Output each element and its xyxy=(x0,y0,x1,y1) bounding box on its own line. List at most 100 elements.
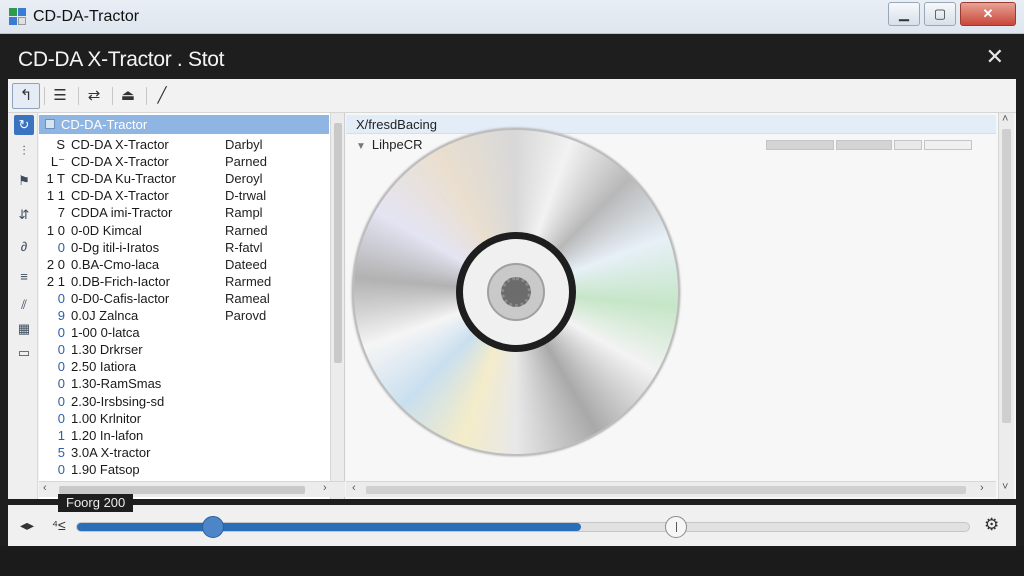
track-row[interactable]: 0 1-00 0-latca xyxy=(39,325,329,342)
script-icon[interactable]: ∂ xyxy=(14,237,34,257)
scroll-thumb[interactable] xyxy=(1002,129,1011,423)
settings-gear-icon[interactable]: ⚙ xyxy=(984,515,999,535)
tag-icon[interactable]: ⚑ xyxy=(14,171,34,191)
eject-drive-icon[interactable]: ⏏ xyxy=(114,83,142,109)
track-name: CD-DA X-Tractor xyxy=(71,154,169,170)
scroll-right-arrow-icon[interactable]: › xyxy=(323,482,327,494)
marker-knob[interactable] xyxy=(665,516,688,538)
track-row[interactable]: 0 1.30-RamSmas xyxy=(39,376,329,393)
toolbar-separator xyxy=(146,87,147,105)
track-status: Darbyl xyxy=(225,137,263,152)
track-row[interactable]: 1 1 CD-DA X-Tractor D-trwal xyxy=(39,188,329,205)
seek-arrows-icon[interactable]: ◂▸ xyxy=(20,517,34,534)
track-index: S xyxy=(56,137,65,152)
track-name: CD-DA Ku-Tractor xyxy=(71,171,176,187)
speed-icon[interactable]: ⁴≤ xyxy=(52,517,66,533)
track-row[interactable]: 0 1.00 Krlnitor xyxy=(39,411,329,428)
main-panel: ↰ ☰ ⇄ ⏏ ╱ ↻ ⫶ ⚑ ⇵ ∂ ≡ ⫽ ▦ ▭ CD-DA-Tracto… xyxy=(8,79,1016,499)
track-row[interactable]: 7 CDDA imi-Tractor Rampl xyxy=(39,205,329,222)
app-header: CD-DA X-Tractor . Stot ✕ xyxy=(8,36,1016,78)
os-title-bar: CD-DA-Tractor ▁ ▢ ✕ xyxy=(0,0,1024,34)
position-knob[interactable] xyxy=(201,516,224,538)
track-name: 0.0J Zalnca xyxy=(71,308,139,323)
scroll-left-arrow-icon[interactable]: ‹ xyxy=(43,482,47,494)
minimize-button[interactable]: ▁ xyxy=(888,2,920,26)
track-row[interactable]: 1 0 0-0D Kimcal Rarned xyxy=(39,223,329,240)
maximize-button[interactable]: ▢ xyxy=(924,2,956,26)
track-index: 1 T xyxy=(46,171,65,187)
app-title: CD-DA X-Tractor . Stot xyxy=(18,48,225,71)
track-row[interactable]: 0 2.30-Irsbsing-sd xyxy=(39,394,329,411)
track-index: 9 xyxy=(57,308,65,323)
track-status: Rameal xyxy=(225,290,270,306)
app-logo-icon xyxy=(9,8,27,26)
track-name: 2.50 Iatiora xyxy=(71,359,137,375)
track-index: 0 xyxy=(57,359,65,375)
playback-progress-slider[interactable] xyxy=(76,516,970,538)
track-index: 0 xyxy=(57,325,65,341)
application-window: CD-DA-Tractor ▁ ▢ ✕ CD-DA X-Tractor . St… xyxy=(0,0,1024,576)
scroll-thumb[interactable] xyxy=(59,486,305,494)
track-index: 0 xyxy=(57,461,65,477)
track-status: R-fatvl xyxy=(225,239,263,255)
track-list-vertical-scrollbar[interactable] xyxy=(330,113,344,499)
track-name: 1.20 In-lafon xyxy=(71,427,144,443)
scroll-thumb[interactable] xyxy=(366,486,966,494)
bottom-bar xyxy=(0,546,1024,576)
refresh-icon[interactable]: ↻ xyxy=(14,115,34,135)
track-row[interactable]: 5 3.0A X-tractor xyxy=(39,445,329,462)
track-row[interactable]: 0 0-Dg itil-i-Iratos R-fatvl xyxy=(39,240,329,257)
toolbar-separator xyxy=(44,87,45,105)
scroll-right-arrow-icon[interactable]: › xyxy=(980,482,984,494)
scroll-down-arrow-icon[interactable]: ˅ xyxy=(1002,481,1008,493)
app-close-button[interactable]: ✕ xyxy=(986,44,1004,70)
track-row[interactable]: S CD-DA X-Tractor Darbyl xyxy=(39,137,329,154)
track-index: 7 xyxy=(57,205,65,221)
track-index: 2 0 xyxy=(46,256,65,272)
toolbar-separator xyxy=(78,87,79,105)
track-row[interactable]: 1 T CD-DA Ku-Tractor Deroyl xyxy=(39,171,329,188)
track-row[interactable]: 0 1.90 Fatsop xyxy=(39,462,329,479)
split-icon[interactable]: ⫽ xyxy=(14,295,34,315)
select-cursor-icon[interactable]: ↰ xyxy=(12,83,40,109)
track-index: 1 xyxy=(57,427,65,443)
stack-icon[interactable]: ≡ xyxy=(14,267,34,287)
track-list-header-label: CD-DA-Tractor xyxy=(61,117,148,132)
compact-disc-icon xyxy=(352,128,680,456)
equalizer-icon[interactable]: ⫶ xyxy=(14,141,34,161)
track-row[interactable]: 2 1 0.DB-Frich-Iactor Rarmed xyxy=(39,274,329,291)
list-view-icon[interactable]: ☰ xyxy=(46,83,74,109)
track-row[interactable]: 0 0-D0-Cafis-lactor Rameal xyxy=(39,291,329,308)
pen-icon[interactable]: ╱ xyxy=(148,83,176,109)
track-name: 1-00 0-latca xyxy=(71,325,140,341)
scroll-left-arrow-icon[interactable]: ‹ xyxy=(352,482,356,494)
track-row[interactable]: 0 2.50 Iatiora xyxy=(39,359,329,376)
grid-icon[interactable]: ▦ xyxy=(14,319,34,339)
track-row[interactable]: 9 0.0J Zalnca Parovd xyxy=(39,308,329,325)
sliders-icon[interactable]: ⇵ xyxy=(14,205,34,225)
transfer-icon[interactable]: ⇄ xyxy=(80,83,108,109)
scroll-up-arrow-icon[interactable]: ˄ xyxy=(1002,113,1008,125)
track-status: Deroyl xyxy=(225,171,263,187)
track-row[interactable]: 1 1.20 In-lafon xyxy=(39,428,329,445)
track-index: 0 xyxy=(57,342,65,358)
track-row[interactable]: L⁻ CD-DA X-Tractor Parned xyxy=(39,154,329,171)
track-name: 0-Dg itil-i-Iratos xyxy=(71,239,160,255)
track-row[interactable]: 2 0 0.BA-Cmo-laca Dateed xyxy=(39,257,329,274)
preview-horizontal-scrollbar[interactable]: ‹ › xyxy=(346,481,996,497)
track-status: Rampl xyxy=(225,205,263,221)
track-name: CDDA imi-Tractor xyxy=(71,205,173,221)
level-meter-segment xyxy=(924,140,972,150)
os-close-button[interactable]: ✕ xyxy=(960,2,1016,26)
track-index: 0 xyxy=(57,239,65,255)
window-icon[interactable]: ▭ xyxy=(14,343,34,363)
track-status: Parned xyxy=(225,154,267,170)
track-index: 1 0 xyxy=(46,222,65,238)
preview-vertical-scrollbar[interactable]: ˄ ˅ xyxy=(998,113,1014,499)
track-row[interactable]: 0 1.30 Drkrser xyxy=(39,342,329,359)
scroll-thumb[interactable] xyxy=(334,123,342,363)
track-list-header[interactable]: CD-DA-Tractor xyxy=(39,115,329,134)
track-name: 3.0A X-tractor xyxy=(71,444,151,460)
track-index: 0 xyxy=(57,393,65,409)
select-all-checkbox[interactable] xyxy=(45,119,55,129)
